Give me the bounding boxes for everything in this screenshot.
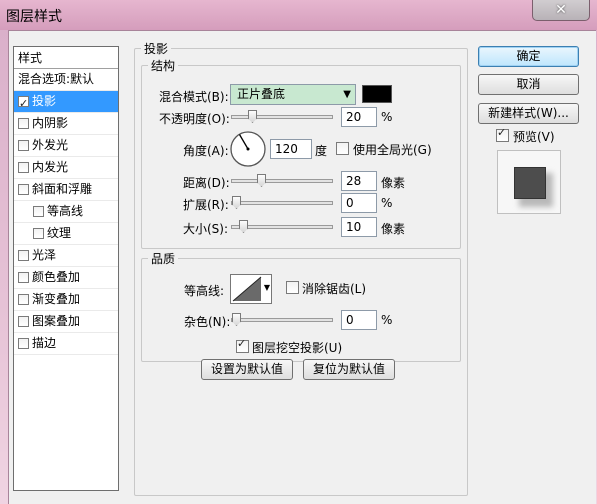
style-item-texture[interactable]: 纹理	[14, 223, 118, 245]
opacity-slider[interactable]	[231, 110, 333, 123]
close-button[interactable]: ✕	[532, 0, 590, 21]
style-item-drop-shadow[interactable]: 投影	[14, 91, 118, 114]
style-item-inner-glow[interactable]: 内发光	[14, 157, 118, 179]
style-item-pattern-overlay[interactable]: 图案叠加	[14, 311, 118, 333]
noise-label: 杂色(N):	[184, 315, 231, 329]
angle-dial[interactable]	[229, 130, 267, 168]
style-item-gradient-overlay[interactable]: 渐变叠加	[14, 289, 118, 311]
global-light-label: 使用全局光(G)	[353, 143, 432, 157]
spread-input[interactable]: 0	[341, 193, 377, 213]
knockout-label: 图层挖空投影(U)	[252, 341, 343, 355]
title-bar: 图层样式 ✕	[0, 0, 597, 30]
opacity-input[interactable]: 20	[341, 107, 377, 127]
style-item-label: 颜色叠加	[32, 270, 81, 284]
blend-mode-select[interactable]: 正片叠底 ▼	[230, 84, 356, 105]
chevron-down-icon: ▼	[343, 89, 351, 100]
style-item-stroke[interactable]: 描边	[14, 333, 118, 355]
reset-default-button[interactable]: 复位为默认值	[303, 359, 395, 380]
style-item-label: 纹理	[47, 226, 72, 240]
contour-label: 等高线:	[184, 284, 225, 298]
inner-glow-checkbox[interactable]	[18, 162, 29, 173]
blend-mode-value: 正片叠底	[237, 87, 286, 101]
contour-curve-icon	[232, 276, 262, 302]
style-item-label: 描边	[32, 336, 57, 350]
size-slider[interactable]	[231, 220, 333, 233]
drop-shadow-group-title: 投影	[144, 42, 169, 56]
style-item-label: 图案叠加	[32, 314, 81, 328]
pattern-overlay-checkbox[interactable]	[18, 316, 29, 327]
contour-picker[interactable]: ▼	[230, 274, 272, 304]
style-item-color-overlay[interactable]: 颜色叠加	[14, 267, 118, 289]
anti-alias-label: 消除锯齿(L)	[302, 282, 367, 296]
global-light-checkbox[interactable]	[336, 142, 349, 155]
gradient-overlay-checkbox[interactable]	[18, 294, 29, 305]
texture-checkbox[interactable]	[33, 228, 44, 239]
bevel-emboss-checkbox[interactable]	[18, 184, 29, 195]
color-overlay-checkbox[interactable]	[18, 272, 29, 283]
style-item-label: 投影	[32, 94, 57, 108]
style-item-label: 渐变叠加	[32, 292, 81, 306]
size-input[interactable]: 10	[341, 217, 377, 237]
stroke-checkbox[interactable]	[18, 338, 29, 349]
preview-label: 预览(V)	[513, 130, 555, 144]
style-item-label: 内阴影	[32, 116, 69, 130]
structure-group-title: 结构	[151, 59, 176, 73]
style-item-outer-glow[interactable]: 外发光	[14, 135, 118, 157]
size-unit: 像素	[381, 222, 406, 236]
angle-unit: 度	[315, 144, 328, 158]
style-item-blend-options[interactable]: 混合选项:默认	[14, 69, 118, 91]
style-item-satin[interactable]: 光泽	[14, 245, 118, 267]
style-item-inner-shadow[interactable]: 内阴影	[14, 113, 118, 135]
preview-thumbnail	[497, 150, 561, 214]
ok-button[interactable]: 确定	[478, 46, 579, 67]
style-item-label: 光泽	[32, 248, 57, 262]
style-item-label: 内发光	[32, 160, 69, 174]
style-item-contour[interactable]: 等高线	[14, 201, 118, 223]
window-title: 图层样式	[6, 9, 62, 25]
style-item-bevel-emboss[interactable]: 斜面和浮雕	[14, 179, 118, 201]
cancel-button[interactable]: 取消	[478, 74, 579, 95]
inner-shadow-checkbox[interactable]	[18, 118, 29, 129]
style-item-label: 斜面和浮雕	[32, 182, 93, 196]
contour-checkbox[interactable]	[33, 206, 44, 217]
dialog-client: 样式 混合选项:默认 投影 内阴影 外发光 内发光 斜面和浮雕	[8, 30, 596, 504]
style-item-label: 外发光	[32, 138, 69, 152]
spread-unit: %	[381, 196, 393, 210]
make-default-button[interactable]: 设置为默认值	[201, 359, 293, 380]
angle-label: 角度(A):	[183, 144, 229, 158]
outer-glow-checkbox[interactable]	[18, 140, 29, 151]
anti-alias-checkbox[interactable]	[286, 281, 299, 294]
styles-header[interactable]: 样式	[14, 47, 118, 69]
angle-input[interactable]: 120	[270, 139, 312, 159]
style-item-label: 等高线	[47, 204, 84, 218]
quality-group-title: 品质	[151, 252, 176, 266]
chevron-down-icon: ▼	[263, 283, 270, 292]
knockout-checkbox[interactable]	[236, 337, 249, 353]
layer-style-window: 图层样式 ✕ 样式 混合选项:默认 投影 内阴影 外发光 内发光	[0, 0, 597, 504]
drop-shadow-checkbox[interactable]	[18, 93, 29, 114]
distance-unit: 像素	[381, 176, 406, 190]
spread-slider[interactable]	[231, 196, 333, 209]
opacity-label: 不透明度(O):	[159, 112, 230, 126]
size-label: 大小(S):	[183, 222, 229, 236]
shadow-color-swatch[interactable]	[362, 85, 392, 103]
spread-label: 扩展(R):	[183, 198, 229, 212]
distance-input[interactable]: 28	[341, 171, 377, 191]
blend-mode-label: 混合模式(B):	[159, 90, 229, 104]
noise-input[interactable]: 0	[341, 310, 377, 330]
distance-label: 距离(D):	[183, 176, 230, 190]
noise-slider[interactable]	[231, 313, 333, 326]
preview-checkbox[interactable]	[496, 126, 509, 142]
new-style-button[interactable]: 新建样式(W)...	[478, 103, 579, 124]
satin-checkbox[interactable]	[18, 250, 29, 261]
noise-unit: %	[381, 313, 393, 327]
preview-square	[514, 167, 546, 199]
styles-list: 样式 混合选项:默认 投影 内阴影 外发光 内发光 斜面和浮雕	[13, 46, 119, 491]
close-icon: ✕	[555, 2, 567, 18]
distance-slider[interactable]	[231, 174, 333, 187]
opacity-unit: %	[381, 110, 393, 124]
